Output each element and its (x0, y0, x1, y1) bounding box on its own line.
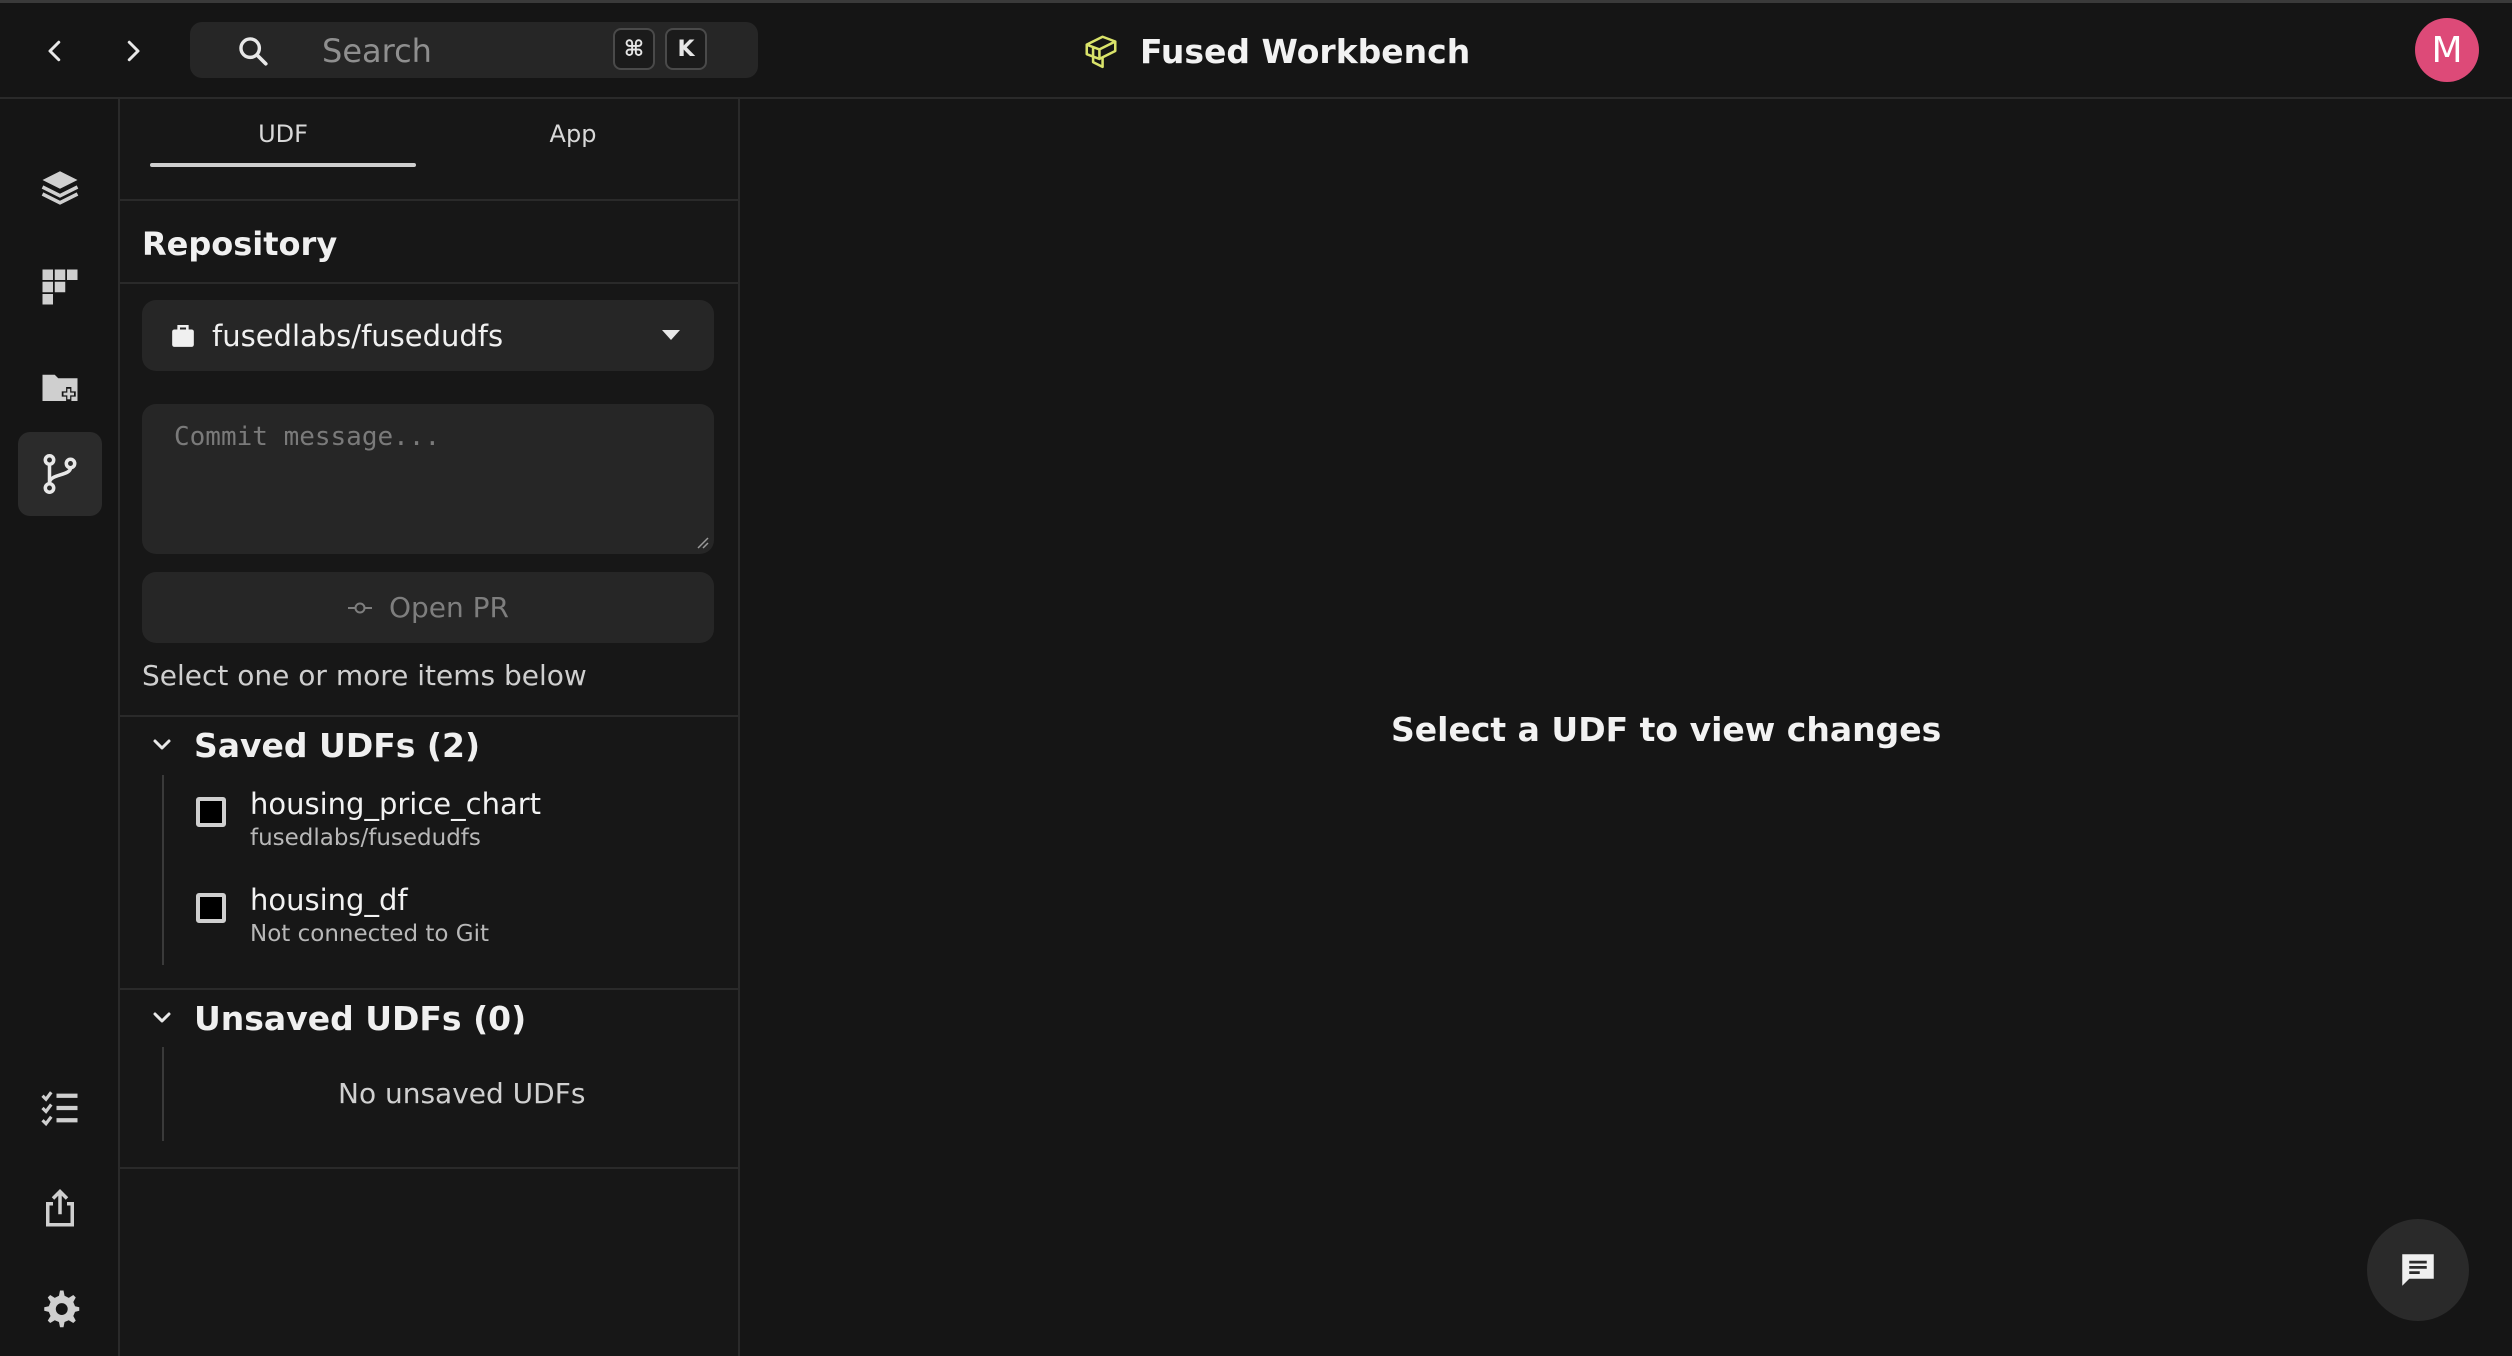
unsaved-udfs-header[interactable]: Unsaved UDFs (0) (150, 996, 526, 1040)
udf-source: Not connected to Git (250, 921, 489, 947)
repository-select[interactable]: fusedlabs/fusedudfs (142, 300, 714, 371)
tabs-divider (120, 199, 738, 201)
udf-name: housing_df (250, 883, 408, 917)
rail-git-button[interactable] (18, 432, 102, 516)
selection-hint: Select one or more items below (142, 659, 587, 692)
active-tab-indicator (150, 163, 416, 167)
checklist-icon (41, 1091, 78, 1127)
saved-divider (120, 988, 738, 990)
chat-bubble-icon (2402, 1254, 2434, 1286)
fused-logo-icon (1085, 35, 1117, 69)
rail-layers-button[interactable] (18, 145, 102, 229)
unsaved-divider (120, 1167, 738, 1169)
user-avatar[interactable]: M (2415, 18, 2479, 82)
gear-icon (44, 1290, 80, 1328)
chevron-right-icon (127, 40, 140, 62)
window-top-rim (0, 0, 2512, 3)
list-item[interactable]: housing_df Not connected to Git (196, 883, 696, 953)
chevron-left-icon (48, 40, 61, 62)
rail-share-button[interactable] (18, 1167, 102, 1251)
list-item[interactable]: housing_price_chart fusedlabs/fusedudfs (196, 787, 696, 857)
repository-title: Repository (142, 225, 338, 263)
layers-icon (41, 171, 79, 205)
grid-icon (42, 269, 78, 305)
item-checkbox[interactable] (196, 893, 226, 923)
search-bar[interactable]: ⌘ K (190, 22, 758, 78)
shortcut-cmd-key: ⌘ (613, 28, 655, 70)
unsaved-tree-line (162, 1047, 164, 1141)
back-button[interactable] (32, 28, 78, 74)
udf-name: housing_price_chart (250, 787, 542, 821)
git-commit-icon (347, 602, 372, 613)
app-brand: Fused Workbench (1082, 30, 1470, 72)
tab-app[interactable]: App (440, 99, 706, 169)
search-icon (239, 37, 268, 66)
chevron-down-icon (153, 739, 171, 750)
shortcut-k-key: K (665, 28, 707, 70)
git-branch-icon (43, 454, 77, 494)
rail-grid-button[interactable] (18, 245, 102, 329)
rail-folder-add-button[interactable] (18, 345, 102, 429)
unsaved-empty-text: No unsaved UDFs (338, 1077, 586, 1110)
rail-checklist-button[interactable] (18, 1066, 102, 1150)
app-title: Fused Workbench (1140, 31, 1471, 71)
chevron-down-icon (662, 330, 680, 340)
repository-divider (120, 282, 738, 284)
forward-button[interactable] (110, 28, 156, 74)
open-pr-label: Open PR (388, 591, 510, 624)
saved-udfs-header[interactable]: Saved UDFs (2) (150, 723, 480, 767)
saved-tree-line (162, 775, 164, 965)
item-checkbox[interactable] (196, 797, 226, 827)
open-pr-button[interactable]: Open PR (142, 572, 714, 643)
udf-source: fusedlabs/fusedudfs (250, 825, 481, 851)
folder-add-icon (42, 374, 78, 401)
source-control-panel: UDF App Repository fusedlabs/fusedudfs O… (120, 99, 740, 1356)
chevron-down-icon (153, 1012, 171, 1023)
share-icon (46, 1189, 74, 1227)
search-input[interactable] (320, 28, 584, 74)
top-bar: ⌘ K Fused Workbench M (0, 0, 2512, 99)
chat-button[interactable] (2367, 1219, 2469, 1321)
briefcase-icon (172, 324, 194, 347)
repository-name: fusedlabs/fusedudfs (212, 318, 504, 353)
left-rail (0, 99, 120, 1356)
rail-settings-button[interactable] (18, 1266, 102, 1350)
commit-message-input[interactable] (142, 404, 714, 554)
resize-grip-icon[interactable] (695, 535, 709, 549)
saved-udfs-title: Saved UDFs (2) (194, 725, 481, 765)
hint-divider (120, 715, 738, 717)
empty-state-message: Select a UDF to view changes (1391, 710, 1942, 749)
unsaved-udfs-title: Unsaved UDFs (0) (194, 998, 527, 1038)
tab-udf[interactable]: UDF (150, 99, 416, 169)
